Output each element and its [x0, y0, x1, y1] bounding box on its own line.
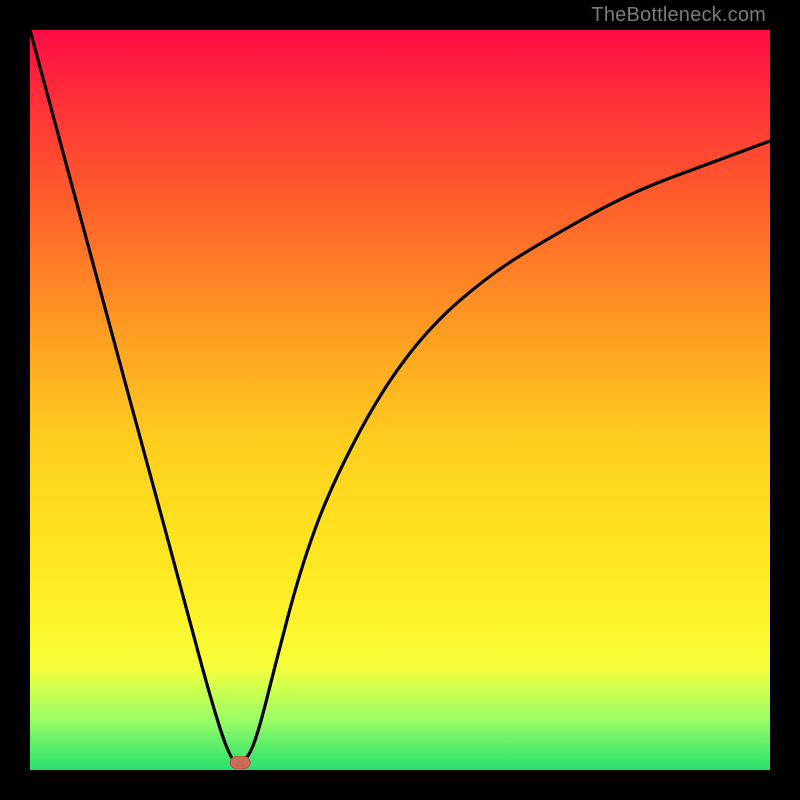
chart-frame: TheBottleneck.com [0, 0, 800, 800]
watermark-text: TheBottleneck.com [591, 4, 766, 27]
bottleneck-curve [30, 30, 770, 763]
minimum-marker [230, 757, 250, 769]
plot-area [30, 30, 770, 770]
chart-svg [30, 30, 770, 770]
